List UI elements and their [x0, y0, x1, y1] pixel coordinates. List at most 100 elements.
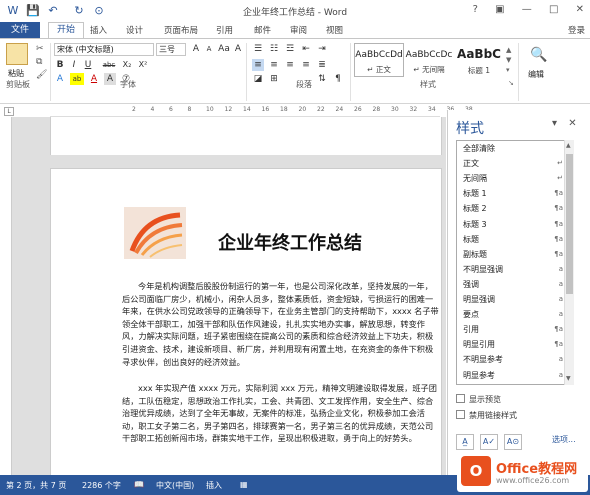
italic-button[interactable]: I	[68, 59, 80, 71]
style-gallery-normal[interactable]: AaBbCcDd ↵ 正文	[354, 43, 404, 77]
multilevel-list-icon[interactable]: ☲	[284, 43, 296, 55]
gallery-scroll-icon[interactable]: ▲ ▼ ▾	[506, 45, 511, 75]
scroll-up-icon[interactable]: ▲	[566, 142, 571, 149]
tab-mailings[interactable]: 邮件	[254, 24, 271, 36]
shading-icon[interactable]: ◪	[252, 73, 264, 85]
align-center-icon[interactable]: ≡	[268, 59, 280, 71]
numbering-icon[interactable]: ☷	[268, 43, 280, 55]
word-count[interactable]: 2286 个字	[82, 480, 121, 491]
scroll-thumb[interactable]	[566, 154, 573, 294]
manage-styles-button[interactable]: A⊙	[504, 434, 522, 450]
font-name-field[interactable]: 宋体 (中文标题)	[54, 43, 154, 56]
page-count[interactable]: 第 2 页，共 7 页	[6, 480, 66, 491]
style-gallery-nospacing[interactable]: AaBbCcDc ↵ 无间隔	[404, 43, 454, 77]
new-style-button[interactable]: A̲	[456, 434, 474, 450]
strikethrough-button[interactable]: abc	[100, 59, 118, 71]
sort-icon[interactable]: ⇅	[316, 73, 328, 85]
bold-button[interactable]: B	[54, 59, 66, 71]
style-list[interactable]: 全部清除 正文 ↵ 无间隔 ↵ 标题 1 ¶a 标题 2 ¶a 标题 3 ¶a 标题 ¶a 副标题 ¶a 不明…	[456, 140, 574, 385]
proofing-icon[interactable]: 📖	[134, 480, 144, 489]
ribbon-display-icon[interactable]: ▣	[495, 4, 504, 15]
font-size-field[interactable]: 三号	[156, 43, 186, 56]
style-list-item[interactable]: 强调 a	[457, 277, 565, 292]
style-list-item[interactable]: 明显强调 a	[457, 292, 565, 307]
show-preview-checkbox[interactable]	[456, 394, 465, 403]
highlight-button[interactable]: ab	[70, 73, 84, 85]
editing-button[interactable]: 编辑	[528, 69, 544, 80]
decrease-indent-icon[interactable]: ⇤	[300, 43, 312, 55]
font-color-button[interactable]: A	[88, 73, 100, 85]
close-icon[interactable]: ✕	[576, 4, 584, 15]
increase-indent-icon[interactable]: ⇥	[316, 43, 328, 55]
document-paragraph[interactable]: 今年是机构调整后股股份制运行的第一年，也是公司深化改革，坚持发展的一年，后公司面…	[122, 280, 440, 372]
style-list-item[interactable]: 全部清除	[457, 141, 565, 156]
style-inspector-button[interactable]: A✓	[480, 434, 498, 450]
style-list-item[interactable]: 标题 ¶a	[457, 232, 565, 247]
insert-mode[interactable]: 插入	[206, 480, 222, 491]
tab-layout[interactable]: 页面布局	[164, 24, 198, 36]
signin-link[interactable]: 登录	[568, 24, 585, 36]
tab-review[interactable]: 审阅	[290, 24, 307, 36]
macro-icon[interactable]: ▦	[240, 480, 248, 489]
shrink-font-button[interactable]: A	[203, 43, 215, 55]
options-link[interactable]: 选项...	[552, 434, 576, 445]
style-gallery-heading1[interactable]: AaBbC 标题 1	[454, 43, 504, 77]
bullets-icon[interactable]: ☰	[252, 43, 264, 55]
tab-selector-icon[interactable]: L	[4, 107, 14, 116]
horizontal-ruler[interactable]: 2468101214161820222426283032343638	[50, 105, 473, 117]
cut-icon[interactable]: ✂	[36, 44, 44, 54]
close-icon[interactable]: ✕	[568, 118, 576, 129]
style-list-item[interactable]: 明显参考 a	[457, 368, 565, 383]
tab-file[interactable]: 文件	[0, 22, 40, 38]
style-list-item[interactable]: 标题 2 ¶a	[457, 201, 565, 216]
distributed-icon[interactable]: ≣	[316, 59, 328, 71]
pane-menu-icon[interactable]: ▾	[552, 118, 557, 129]
char-shading-button[interactable]: A	[104, 73, 116, 85]
copy-icon[interactable]: ⧉	[36, 57, 42, 67]
style-list-item[interactable]: 无间隔 ↵	[457, 171, 565, 186]
format-painter-icon[interactable]: 🖌	[36, 70, 47, 80]
style-list-item[interactable]: 要点 a	[457, 307, 565, 322]
find-icon[interactable]: 🔍	[530, 47, 547, 63]
justify-icon[interactable]: ≡	[300, 59, 312, 71]
tab-insert[interactable]: 插入	[90, 24, 107, 36]
grow-font-button[interactable]: A	[190, 43, 202, 55]
text-effects-button[interactable]: A	[54, 73, 66, 85]
style-list-scrollbar[interactable]: ▲ ▼	[564, 140, 574, 385]
underline-button[interactable]: U	[82, 59, 94, 71]
style-list-item[interactable]: 副标题 ¶a	[457, 247, 565, 262]
change-case-button[interactable]: Aa	[216, 43, 232, 55]
subscript-button[interactable]: X₂	[120, 59, 134, 71]
align-right-icon[interactable]: ≡	[284, 59, 296, 71]
tab-design[interactable]: 设计	[126, 24, 143, 36]
style-list-item[interactable]: 正文 ↵	[457, 156, 565, 171]
style-list-item[interactable]: 标题 3 ¶a	[457, 217, 565, 232]
company-logo	[124, 207, 186, 259]
document-paragraph[interactable]: xxx 年实现产值 xxxx 万元，实际利润 xxx 万元，精神文明建设取得发展…	[122, 382, 440, 460]
scroll-down-icon[interactable]: ▼	[566, 375, 571, 382]
style-list-item[interactable]: 不明显参考 a	[457, 352, 565, 367]
help-button[interactable]: ?	[473, 4, 478, 15]
tab-home[interactable]: 开始	[48, 22, 84, 39]
document-title[interactable]: 企业年终工作总结	[218, 229, 362, 255]
align-left-icon[interactable]: ≡	[252, 59, 264, 71]
paste-label[interactable]: 粘贴	[8, 68, 24, 79]
style-list-item[interactable]: 标题 1 ¶a	[457, 186, 565, 201]
paste-icon[interactable]	[6, 43, 28, 65]
superscript-button[interactable]: X²	[136, 59, 150, 71]
language-indicator[interactable]: 中文(中国)	[156, 480, 194, 491]
disable-linked-checkbox[interactable]	[456, 410, 465, 419]
style-list-item[interactable]: 引用 ¶a	[457, 322, 565, 337]
styles-launcher-icon[interactable]: ↘	[508, 79, 514, 87]
maximize-icon[interactable]: □	[549, 4, 558, 15]
minimize-icon[interactable]: —	[522, 4, 532, 15]
tab-view[interactable]: 视图	[326, 24, 343, 36]
ribbon-tabs: 文件 开始 插入 设计 页面布局 引用 邮件 审阅 视图 登录	[0, 22, 590, 39]
disable-linked-label: 禁用链接样式	[469, 411, 517, 420]
borders-icon[interactable]: ⊞	[268, 73, 280, 85]
style-list-item[interactable]: 明显引用 ¶a	[457, 337, 565, 352]
clear-format-button[interactable]: A	[232, 43, 244, 55]
show-marks-icon[interactable]: ¶	[332, 73, 344, 85]
tab-references[interactable]: 引用	[216, 24, 233, 36]
style-list-item[interactable]: 不明显强调 a	[457, 262, 565, 277]
